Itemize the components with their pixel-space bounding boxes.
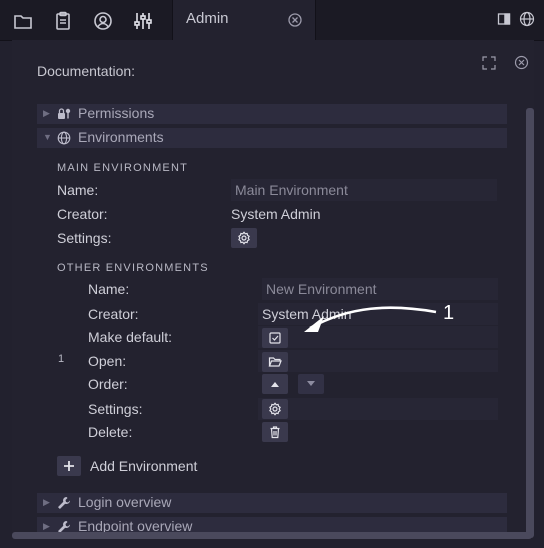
close-icon[interactable]: [287, 12, 303, 28]
main-settings-button[interactable]: [231, 228, 257, 248]
chevron-down-icon: ▼: [43, 132, 52, 142]
user-circle-icon[interactable]: [92, 10, 114, 32]
make-default-label: Make default:: [88, 329, 173, 345]
triangle-down-icon: [307, 381, 315, 386]
environment-index: 1: [58, 353, 65, 365]
trash-icon: [270, 426, 280, 439]
tab-admin-label: Admin: [186, 10, 229, 27]
annotation-number: 1: [443, 302, 455, 324]
other-name-value: New Environment: [266, 281, 377, 297]
make-default-button[interactable]: [262, 328, 288, 348]
expand-icon[interactable]: [482, 56, 496, 70]
other-settings-button[interactable]: [262, 399, 288, 419]
section-environments-label: Environments: [78, 129, 164, 145]
open-button[interactable]: [262, 352, 288, 372]
open-row: [258, 350, 498, 372]
section-login-overview-label: Login overview: [78, 494, 172, 510]
order-down-button[interactable]: [298, 374, 324, 394]
globe-icon[interactable]: [519, 11, 535, 27]
documentation-label: Documentation:: [37, 63, 136, 79]
section-login-overview[interactable]: ▶ Login overview: [37, 493, 507, 513]
section-endpoint-overview-label: Endpoint overview: [78, 518, 193, 532]
close-icon[interactable]: [514, 55, 529, 70]
chevron-right-icon: ▶: [43, 521, 50, 531]
section-permissions[interactable]: ▶ Permissions: [37, 104, 507, 124]
add-environment-label[interactable]: Add Environment: [90, 458, 197, 474]
sliders-icon[interactable]: [132, 10, 154, 32]
main-creator-value: System Admin: [231, 206, 321, 222]
folder-icon[interactable]: [12, 10, 34, 32]
lock-key-icon: [57, 107, 71, 121]
open-label: Open:: [88, 353, 127, 369]
section-permissions-label: Permissions: [78, 105, 155, 121]
annotation-arrow: [304, 306, 437, 332]
order-up-button[interactable]: [262, 374, 288, 394]
horizontal-scrollbar[interactable]: [12, 532, 532, 539]
plus-icon: [64, 461, 74, 471]
chevron-right-icon: ▶: [43, 108, 50, 118]
globe-icon: [57, 131, 71, 145]
main-settings-label: Settings:: [57, 230, 112, 246]
panel-icon[interactable]: [497, 12, 511, 26]
vertical-scrollbar[interactable]: [526, 108, 534, 538]
chevron-right-icon: ▶: [43, 497, 50, 507]
order-label: Order:: [88, 376, 128, 392]
triangle-up-icon: [271, 382, 279, 387]
section-environments[interactable]: ▼ Environments: [37, 128, 507, 148]
gear-icon: [269, 402, 281, 416]
main-name-label: Name:: [57, 182, 99, 198]
other-environments-heading: OTHER ENVIRONMENTS: [57, 262, 209, 274]
main-creator-label: Creator:: [57, 206, 108, 222]
folder-open-icon: [268, 357, 282, 367]
section-endpoint-overview[interactable]: ▶ Endpoint overview: [37, 517, 507, 532]
delete-button[interactable]: [262, 422, 288, 442]
checkbox-icon: [269, 332, 281, 344]
wrench-icon: [57, 520, 71, 532]
other-settings-row: [258, 398, 498, 420]
other-creator-label: Creator:: [88, 306, 139, 322]
wrench-icon: [57, 496, 71, 510]
main-environment-heading: MAIN ENVIRONMENT: [57, 162, 189, 174]
main-name-value: Main Environment: [235, 182, 348, 198]
other-settings-label: Settings:: [88, 401, 143, 417]
clipboard-icon[interactable]: [52, 10, 74, 32]
add-environment-button[interactable]: [57, 456, 81, 476]
gear-icon: [238, 231, 250, 245]
other-name-label: Name:: [88, 281, 130, 297]
delete-label: Delete:: [88, 424, 133, 440]
